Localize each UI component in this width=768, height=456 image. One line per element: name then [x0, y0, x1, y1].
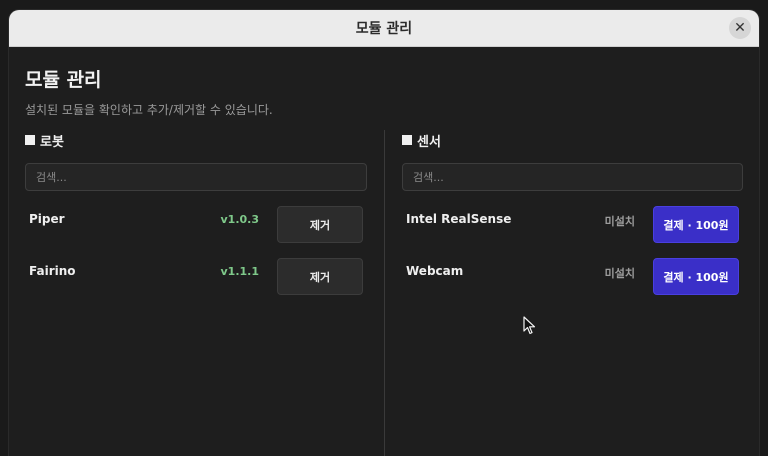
sensor-status: 미설치 — [604, 267, 635, 280]
window-title: 모듈 관리 — [355, 21, 413, 37]
robots-panel: 로봇 Piper v1.0.3 제거 Fairino v1.1.1 제거 — [25, 131, 367, 296]
close-button[interactable]: ✕ — [729, 17, 751, 39]
sensors-section-title: 센서 — [402, 131, 743, 150]
sensors-section-label: 센서 — [417, 134, 441, 150]
sensor-row-intel-realsense: Intel RealSense 미설치 결제 · 100원 — [402, 206, 743, 244]
robot-version: v1.0.3 — [220, 213, 260, 226]
sensor-name: Webcam — [406, 264, 464, 278]
pay-button[interactable]: 결제 · 100원 — [653, 206, 739, 243]
sensor-row-webcam: Webcam 미설치 결제 · 100원 — [402, 258, 743, 296]
module-manager-window: 모듈 관리 ✕ 모듈 관리 설치된 모듈을 확인하고 추가/제거할 수 있습니다… — [9, 10, 759, 456]
square-icon — [402, 135, 412, 145]
panel-divider — [384, 130, 385, 456]
robots-section-title: 로봇 — [25, 131, 367, 150]
title-bar: 모듈 관리 ✕ — [9, 10, 759, 47]
square-icon — [25, 135, 35, 145]
robot-name: Piper — [29, 212, 65, 226]
robot-row-fairino: Fairino v1.1.1 제거 — [25, 258, 367, 296]
sensor-status: 미설치 — [604, 215, 635, 228]
page-title: 모듈 관리 — [25, 69, 102, 91]
robots-search-input[interactable] — [25, 163, 367, 191]
page-description: 설치된 모듈을 확인하고 추가/제거할 수 있습니다. — [25, 103, 273, 117]
remove-button[interactable]: 제거 — [277, 206, 363, 243]
robot-version: v1.1.1 — [220, 265, 260, 278]
robot-name: Fairino — [29, 264, 76, 278]
robots-section-label: 로봇 — [40, 134, 64, 150]
sensors-panel: 센서 Intel RealSense 미설치 결제 · 100원 Webcam … — [402, 131, 743, 296]
sensors-search-input[interactable] — [402, 163, 743, 191]
close-icon: ✕ — [734, 20, 746, 36]
remove-button[interactable]: 제거 — [277, 258, 363, 295]
robot-row-piper: Piper v1.0.3 제거 — [25, 206, 367, 244]
sensor-name: Intel RealSense — [406, 212, 512, 226]
pay-button[interactable]: 결제 · 100원 — [653, 258, 739, 295]
content-area: 모듈 관리 설치된 모듈을 확인하고 추가/제거할 수 있습니다. 로봇 Pip… — [9, 47, 759, 456]
mouse-cursor-icon — [523, 316, 536, 335]
